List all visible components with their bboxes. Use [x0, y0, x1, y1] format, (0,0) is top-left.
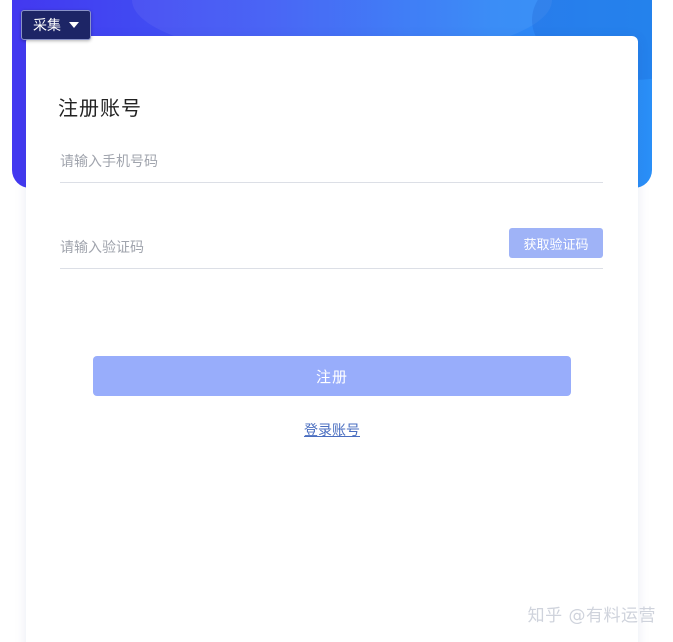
caret-down-icon — [69, 22, 79, 28]
watermark-text: 知乎 @有料运营 — [527, 606, 656, 626]
login-link-container: 登录账号 — [26, 420, 638, 440]
phone-input[interactable] — [60, 144, 603, 180]
collect-dropdown-button[interactable]: 采集 — [21, 10, 91, 40]
page-title: 注册账号 — [58, 96, 142, 120]
get-code-button[interactable]: 获取验证码 — [509, 228, 603, 258]
register-card: 注册账号 获取验证码 注册 登录账号 — [26, 36, 638, 642]
register-button[interactable]: 注册 — [93, 356, 571, 396]
phone-field — [60, 144, 603, 183]
verification-code-input[interactable] — [60, 230, 490, 266]
login-link[interactable]: 登录账号 — [304, 423, 360, 439]
register-page: 采集 注册账号 获取验证码 注册 登录账号 知乎 @有料运营 — [0, 0, 673, 642]
verification-code-field: 获取验证码 — [60, 228, 603, 269]
collect-button-label: 采集 — [33, 18, 61, 34]
